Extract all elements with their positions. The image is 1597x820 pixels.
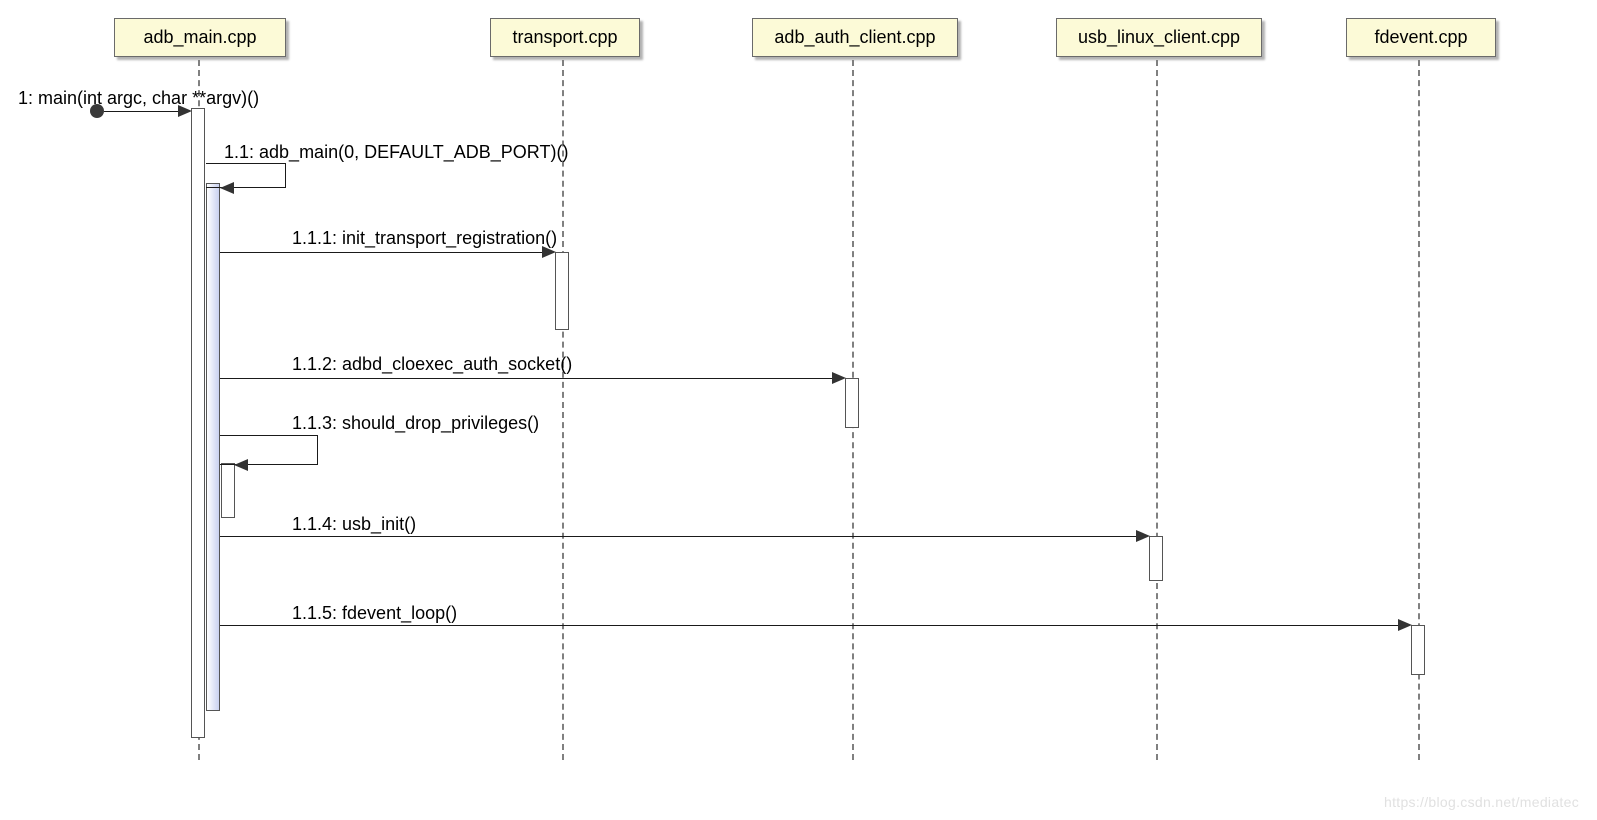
watermark-text: https://blog.csdn.net/mediatec — [1384, 794, 1579, 810]
participant-adb-main: adb_main.cpp — [114, 18, 286, 57]
message-label-adb-main: 1.1: adb_main(0, DEFAULT_ADB_PORT)() — [224, 142, 568, 163]
participant-adb-auth-client: adb_auth_client.cpp — [752, 18, 958, 57]
arrowhead-icon — [1398, 619, 1412, 631]
participant-usb-linux-client: usb_linux_client.cpp — [1056, 18, 1262, 57]
activation-adb-main-inner — [206, 183, 220, 711]
activation-fdevent — [1411, 625, 1425, 675]
participant-label: usb_linux_client.cpp — [1078, 27, 1240, 47]
message-label-fdevent-loop: 1.1.5: fdevent_loop() — [292, 603, 457, 624]
arrowhead-icon — [178, 105, 192, 117]
participant-label: adb_auth_client.cpp — [774, 27, 935, 47]
arrowhead-icon — [234, 459, 248, 471]
arrowhead-icon — [542, 246, 556, 258]
activation-adb-main-outer — [191, 108, 205, 738]
participant-transport: transport.cpp — [490, 18, 640, 57]
message-arrow-init-transport — [220, 252, 545, 253]
participant-label: adb_main.cpp — [143, 27, 256, 47]
arrowhead-icon — [832, 372, 846, 384]
message-arrow-usb-init — [220, 536, 1138, 537]
lifeline-usb-linux-client — [1156, 60, 1158, 760]
activation-adb-main-self2 — [221, 463, 235, 518]
message-label-usb-init: 1.1.4: usb_init() — [292, 514, 416, 535]
message-arrow-main — [104, 111, 180, 112]
activation-adb-auth — [845, 378, 859, 428]
selfcall-adb-main — [206, 163, 286, 188]
activation-usb-linux — [1149, 536, 1163, 581]
message-arrow-cloexec — [220, 378, 835, 379]
message-label-drop-priv: 1.1.3: should_drop_privileges() — [292, 413, 539, 434]
participant-label: transport.cpp — [512, 27, 617, 47]
arrowhead-icon — [1136, 530, 1150, 542]
participant-label: fdevent.cpp — [1374, 27, 1467, 47]
activation-transport — [555, 252, 569, 330]
message-label-cloexec: 1.1.2: adbd_cloexec_auth_socket() — [292, 354, 572, 375]
message-label-main: 1: main(int argc, char **argv)() — [18, 88, 259, 109]
lifeline-transport — [562, 60, 564, 760]
participant-fdevent: fdevent.cpp — [1346, 18, 1496, 57]
arrowhead-icon — [220, 182, 234, 194]
message-arrow-fdevent-loop — [220, 625, 1400, 626]
found-dot-icon — [90, 104, 104, 118]
message-label-init-transport: 1.1.1: init_transport_registration() — [292, 228, 557, 249]
